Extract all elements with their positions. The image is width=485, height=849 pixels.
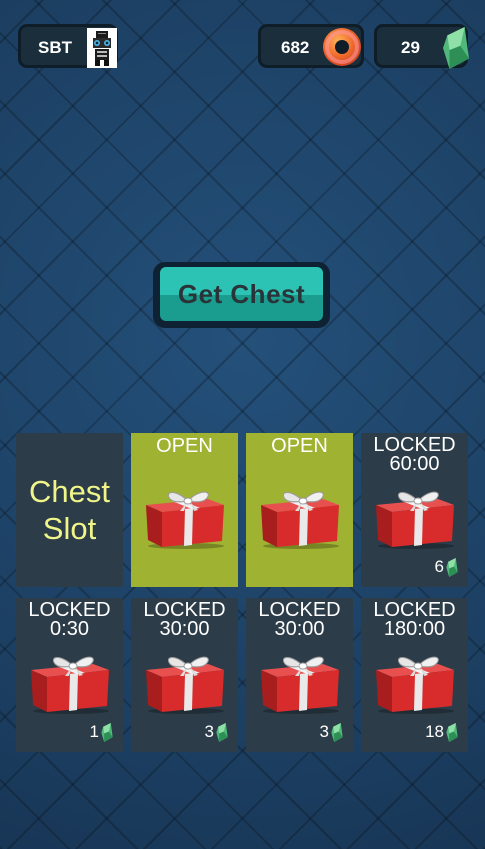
chest-timer: 0:30 bbox=[50, 618, 89, 640]
coin-counter[interactable]: 682 bbox=[258, 24, 364, 68]
chest-status: OPEN bbox=[156, 435, 213, 457]
unlock-price-value: 3 bbox=[204, 722, 214, 741]
chest-slot-3[interactable]: LOCKED 60:00 6 bbox=[361, 433, 468, 587]
chest-timer: 30:00 bbox=[274, 618, 325, 640]
gem-count: 29 bbox=[401, 38, 420, 57]
unlock-price[interactable]: 3 bbox=[205, 722, 228, 742]
get-chest-label: Get Chest bbox=[160, 267, 323, 321]
gem-icon bbox=[446, 558, 458, 577]
unlock-price[interactable]: 1 bbox=[90, 722, 113, 742]
unlock-price-value: 3 bbox=[319, 722, 329, 741]
gift-box-icon bbox=[372, 485, 458, 549]
gift-box-icon bbox=[257, 485, 343, 549]
player-badge[interactable]: SBT bbox=[18, 24, 118, 68]
gem-icon bbox=[101, 723, 113, 742]
chest-slot-4[interactable]: LOCKED 0:30 1 bbox=[16, 598, 123, 752]
chest-timer: 180:00 bbox=[383, 618, 446, 640]
chest-slot-label-line2: Slot bbox=[42, 511, 97, 546]
donut-coin-icon bbox=[321, 26, 363, 68]
player-avatar-icon bbox=[87, 28, 117, 68]
chest-slot-1[interactable]: OPEN bbox=[131, 433, 238, 587]
unlock-price[interactable]: 6 bbox=[435, 557, 458, 577]
unlock-price-value: 1 bbox=[89, 722, 99, 741]
gem-icon bbox=[443, 27, 469, 69]
chest-slot-5[interactable]: LOCKED 30:00 3 bbox=[131, 598, 238, 752]
unlock-price[interactable]: 18 bbox=[425, 722, 458, 742]
chest-timer: 30:00 bbox=[159, 618, 210, 640]
chest-slot-label: Chest Slot bbox=[16, 433, 123, 587]
gift-box-icon bbox=[142, 650, 228, 714]
chest-slot-6[interactable]: LOCKED 30:00 3 bbox=[246, 598, 353, 752]
chest-status: OPEN bbox=[271, 435, 328, 457]
chest-slot-7[interactable]: LOCKED 180:00 18 bbox=[361, 598, 468, 752]
gift-box-icon bbox=[257, 650, 343, 714]
unlock-price-value: 18 bbox=[425, 722, 444, 741]
gem-icon bbox=[331, 723, 343, 742]
player-name: SBT bbox=[38, 38, 72, 57]
unlock-price[interactable]: 3 bbox=[320, 722, 343, 742]
gem-counter[interactable]: 29 bbox=[374, 24, 468, 68]
gift-box-icon bbox=[27, 650, 113, 714]
get-chest-button[interactable]: Get Chest bbox=[153, 262, 330, 328]
gift-box-icon bbox=[142, 485, 228, 549]
gift-box-icon bbox=[372, 650, 458, 714]
chest-timer: 60:00 bbox=[389, 453, 440, 475]
gem-icon bbox=[446, 723, 458, 742]
chest-slot-label-line1: Chest bbox=[29, 474, 110, 509]
gem-icon bbox=[216, 723, 228, 742]
chest-slot-2[interactable]: OPEN bbox=[246, 433, 353, 587]
unlock-price-value: 6 bbox=[434, 557, 444, 576]
coin-count: 682 bbox=[281, 38, 310, 57]
